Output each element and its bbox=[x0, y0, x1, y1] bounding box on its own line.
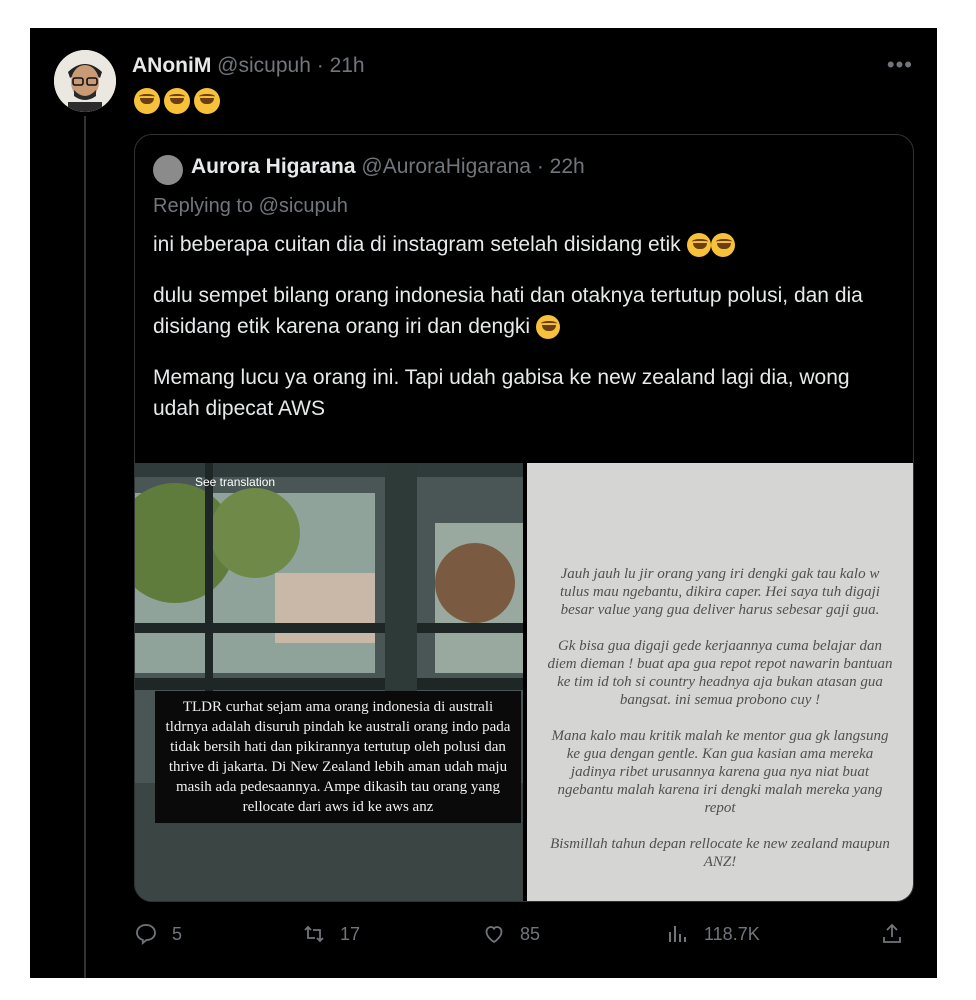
share-icon bbox=[883, 923, 901, 943]
tweet-text bbox=[134, 88, 220, 114]
replying-to[interactable]: Replying to @sicupuh bbox=[153, 195, 348, 218]
separator-dot: · bbox=[316, 54, 324, 77]
retweet-count: 17 bbox=[340, 923, 361, 944]
rofl-emoji bbox=[686, 233, 711, 258]
quoted-paragraph-2-text: dulu sempet bilang orang indonesia hati … bbox=[153, 284, 863, 338]
rofl-emoji bbox=[194, 88, 220, 114]
quoted-paragraph-3: Memang lucu ya orang ini. Tapi udah gabi… bbox=[153, 366, 850, 420]
grin-emoji bbox=[535, 315, 560, 340]
story-caption: TLDR curhat sejam ama orang indonesia di… bbox=[155, 691, 521, 823]
office-window-illustration bbox=[135, 463, 523, 901]
avatar-illustration bbox=[54, 50, 116, 112]
like-button[interactable]: 85 bbox=[482, 922, 540, 946]
tweet-frame: ANoniM @sicupuh · 21h ••• Aurora Higaran… bbox=[30, 28, 937, 978]
quoted-header: Aurora Higarana @AuroraHigarana · 22h bbox=[191, 155, 585, 179]
media-grid[interactable]: See translation TLDR curhat sejam ama or… bbox=[135, 463, 913, 901]
rofl-emoji bbox=[134, 88, 160, 114]
quoted-paragraph-1-text: ini beberapa cuitan dia di instagram set… bbox=[153, 233, 681, 256]
retweet-icon bbox=[304, 925, 324, 943]
views-button[interactable]: 118.7K bbox=[666, 922, 760, 946]
quoted-tweet[interactable]: Aurora Higarana @AuroraHigarana · 22h Re… bbox=[134, 134, 914, 902]
reply-icon bbox=[136, 924, 156, 945]
story-paragraph-3: Mana kalo mau kritik malah ke mentor gua… bbox=[551, 728, 889, 816]
more-options-icon[interactable]: ••• bbox=[887, 52, 913, 78]
like-count: 85 bbox=[520, 923, 541, 944]
avatar[interactable] bbox=[54, 50, 116, 112]
quoted-paragraph-2: dulu sempet bilang orang indonesia hati … bbox=[153, 280, 893, 342]
see-translation-label: See translation bbox=[195, 475, 276, 489]
media-photo-left[interactable]: See translation TLDR curhat sejam ama or… bbox=[135, 463, 523, 901]
story-paragraph-1: Jauh jauh lu jir orang yang iri dengki g… bbox=[560, 566, 880, 618]
heart-icon bbox=[485, 926, 503, 944]
author-handle[interactable]: @sicupuh bbox=[217, 54, 311, 77]
reply-count: 5 bbox=[172, 923, 183, 944]
media-photo-right[interactable]: Jauh jauh lu jir orang yang iri dengki g… bbox=[527, 463, 913, 901]
views-icon bbox=[669, 926, 686, 942]
quoted-time[interactable]: 22h bbox=[550, 155, 585, 178]
rofl-emoji bbox=[164, 88, 190, 114]
retweet-button[interactable]: 17 bbox=[302, 922, 360, 946]
story-paragraph-2: Gk bisa gua digaji gede kerjaannya cuma … bbox=[547, 638, 893, 708]
story-text: Jauh jauh lu jir orang yang iri dengki g… bbox=[527, 565, 913, 889]
quoted-paragraph-1: ini beberapa cuitan dia di instagram set… bbox=[153, 229, 893, 260]
story-paragraph-4: Bismillah tahun depan rellocate ke new z… bbox=[550, 836, 890, 870]
tweet-time[interactable]: 21h bbox=[330, 54, 365, 77]
quoted-avatar[interactable] bbox=[153, 155, 183, 185]
quoted-author-handle[interactable]: @AuroraHigarana bbox=[361, 155, 531, 178]
quoted-text: ini beberapa cuitan dia di instagram set… bbox=[153, 229, 893, 444]
views-count: 118.7K bbox=[704, 923, 760, 944]
thread-line bbox=[84, 116, 86, 978]
tweet-header: ANoniM @sicupuh · 21h bbox=[132, 54, 365, 78]
share-button[interactable] bbox=[880, 922, 904, 946]
quoted-author-name[interactable]: Aurora Higarana bbox=[191, 155, 356, 178]
author-name[interactable]: ANoniM bbox=[132, 54, 211, 77]
rofl-emoji bbox=[710, 233, 735, 258]
separator-dot: · bbox=[536, 155, 544, 178]
action-bar: 5 17 85 118.7K bbox=[134, 922, 914, 952]
reply-button[interactable]: 5 bbox=[134, 922, 182, 946]
